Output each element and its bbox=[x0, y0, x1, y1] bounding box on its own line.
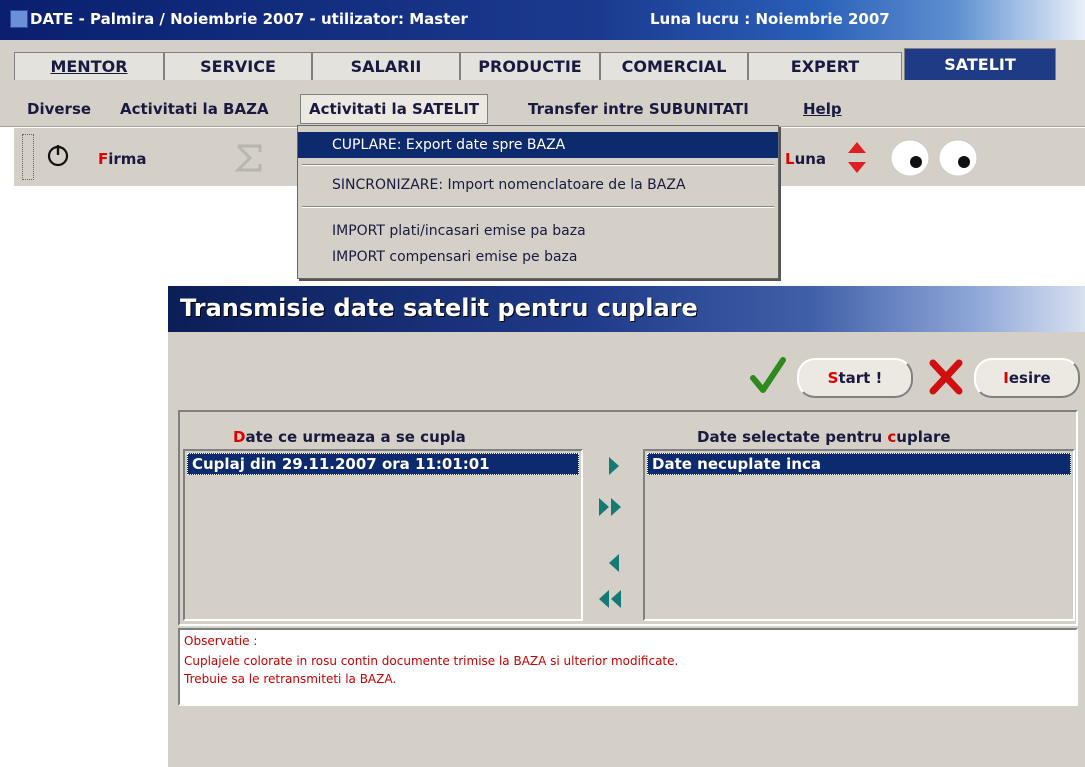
menu-separator bbox=[302, 206, 774, 208]
module-tabs: MENTOR SERVICE SALARII PRODUCTIE COMERCI… bbox=[0, 40, 1085, 82]
dialog-title: Transmisie date satelit pentru cuplare bbox=[180, 294, 698, 322]
menu-help[interactable]: Help bbox=[803, 100, 842, 118]
menu-diverse[interactable]: Diverse bbox=[27, 100, 91, 118]
move-all-right-icon[interactable] bbox=[597, 496, 625, 522]
observatie-title: Observatie : bbox=[184, 634, 258, 648]
firma-label[interactable]: Firma bbox=[98, 150, 147, 168]
luna-label[interactable]: Luna bbox=[785, 150, 826, 168]
tab-comercial[interactable]: COMERCIAL bbox=[600, 52, 748, 80]
menu-item-import-plati[interactable]: IMPORT plati/incasari emise pa baza bbox=[298, 218, 778, 244]
tab-salarii[interactable]: SALARII bbox=[312, 52, 460, 80]
tab-satelit[interactable]: SATELIT bbox=[904, 48, 1056, 80]
observatie-line: Cuplajele colorate in rosu contin docume… bbox=[184, 654, 679, 668]
tab-expert[interactable]: EXPERT bbox=[748, 52, 902, 80]
luna-lucru-label: Luna lucru : Noiembrie 2007 bbox=[650, 10, 890, 28]
list-item[interactable]: Date necuplate inca bbox=[647, 453, 1071, 475]
power-icon[interactable] bbox=[46, 142, 70, 172]
checkmark-icon bbox=[750, 356, 786, 398]
menu-separator bbox=[302, 164, 774, 166]
luna-updown-icon[interactable] bbox=[846, 140, 868, 180]
iesire-button[interactable]: Iesire bbox=[974, 358, 1080, 398]
observatie-line: Trebuie sa le retransmiteti la BAZA. bbox=[184, 672, 397, 686]
right-list-header: Date selectate pentru cuplare bbox=[697, 428, 951, 446]
left-list-header: Date ce urmeaza a se cupla bbox=[233, 428, 466, 446]
move-all-left-icon[interactable] bbox=[597, 588, 625, 614]
menu-activitati-baza[interactable]: Activitati la BAZA bbox=[120, 100, 269, 118]
eyes-icon[interactable] bbox=[888, 138, 988, 182]
menu-item-import-compensari[interactable]: IMPORT compensari emise pe baza bbox=[298, 244, 778, 270]
tab-mentor[interactable]: MENTOR bbox=[14, 52, 164, 80]
tab-service[interactable]: SERVICE bbox=[164, 52, 312, 80]
list-item[interactable]: Cuplaj din 29.11.2007 ora 11:01:01 bbox=[187, 453, 579, 475]
menu-item-cuplare[interactable]: CUPLARE: Export date spre BAZA bbox=[298, 132, 778, 158]
menu-bar: Diverse Activitati la BAZA Activitati la… bbox=[0, 82, 1085, 127]
left-list[interactable]: Cuplaj din 29.11.2007 ora 11:01:01 bbox=[183, 449, 583, 621]
satelit-dropdown-menu: CUPLARE: Export date spre BAZA SINCRONIZ… bbox=[297, 125, 779, 279]
menu-activitati-satelit[interactable]: Activitati la SATELIT bbox=[300, 94, 489, 124]
app-icon bbox=[10, 10, 28, 28]
sum-icon[interactable] bbox=[234, 144, 264, 176]
observatie-box: Observatie : Cuplajele colorate in rosu … bbox=[178, 628, 1078, 706]
menu-transfer-subunitati[interactable]: Transfer intre SUBUNITATI bbox=[528, 100, 749, 118]
start-button[interactable]: Start ! bbox=[797, 358, 913, 398]
move-right-icon[interactable] bbox=[607, 455, 621, 481]
window-title: DATE - Palmira / Noiembrie 2007 - utiliz… bbox=[30, 10, 468, 28]
close-x-icon bbox=[928, 358, 964, 400]
tab-productie[interactable]: PRODUCTIE bbox=[460, 52, 600, 80]
move-left-icon[interactable] bbox=[607, 552, 621, 578]
right-list[interactable]: Date necuplate inca bbox=[643, 449, 1075, 621]
toolbar-grip[interactable] bbox=[22, 134, 34, 180]
menu-item-sincronizare[interactable]: SINCRONIZARE: Import nomenclatoare de la… bbox=[298, 172, 778, 198]
